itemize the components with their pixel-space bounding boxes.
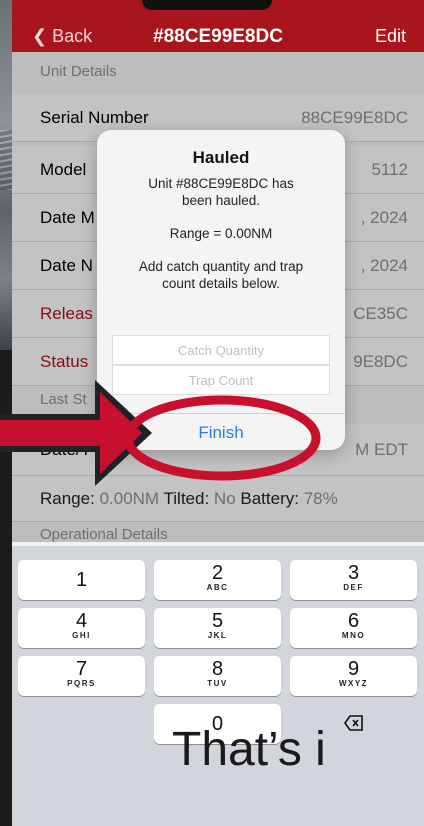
key-digit: 9 — [347, 658, 360, 680]
key-digit: 4 — [75, 610, 88, 632]
backspace-icon — [344, 715, 363, 731]
key-3[interactable]: 3 DEF — [290, 560, 417, 600]
key-letters: DEF — [343, 583, 364, 592]
alert-line: count details below. — [162, 276, 280, 291]
alert-line: Add catch quantity and trap — [138, 259, 304, 274]
key-digit: 6 — [347, 610, 360, 632]
key-digit: 2 — [211, 562, 224, 584]
alert-line: Unit #88CE99E8DC has — [148, 176, 294, 191]
edit-button[interactable]: Edit — [375, 26, 406, 47]
caption-overlay: That’s i — [172, 723, 326, 776]
alert-title: Hauled — [192, 148, 250, 167]
key-digit: 5 — [211, 610, 224, 632]
key-digit: 1 — [75, 569, 88, 591]
key-letters: WXYZ — [338, 679, 369, 688]
key-letters: MNO — [341, 631, 366, 640]
key-digit: 8 — [211, 658, 224, 680]
key-letters: PQRS — [67, 679, 96, 688]
key-7[interactable]: 7 PQRS — [18, 656, 145, 696]
key-letters: GHI — [72, 631, 91, 640]
page-title: #88CE99E8DC — [153, 26, 283, 47]
key-4[interactable]: 4 GHI — [18, 608, 145, 648]
key-letters: JKL — [207, 631, 228, 640]
navigation-bar: ❮ Back #88CE99E8DC Edit — [12, 0, 424, 52]
phone-notch — [142, 0, 272, 10]
alert-range: Range = 0.00NM — [169, 226, 273, 241]
key-letters: TUV — [207, 679, 228, 688]
key-9[interactable]: 9 WXYZ — [290, 656, 417, 696]
delete-key[interactable] — [344, 714, 364, 732]
alert-message: Unit #88CE99E8DC has been hauled. Range … — [113, 175, 329, 292]
key-6[interactable]: 6 MNO — [290, 608, 417, 648]
key-5[interactable]: 5 JKL — [154, 608, 281, 648]
alert-line: been hauled. — [181, 193, 261, 208]
key-2[interactable]: 2 ABC — [154, 560, 281, 600]
key-1[interactable]: 1 — [18, 560, 145, 600]
key-letters: ABC — [206, 583, 229, 592]
numeric-keypad: 1 2 ABC 3 DEF 4 GHI 5 JKL 6 MNO 7 PQRS 8… — [12, 546, 424, 826]
key-digit: 7 — [75, 658, 88, 680]
key-digit: 3 — [347, 562, 360, 584]
key-8[interactable]: 8 TUV — [154, 656, 281, 696]
annotation-circle-icon — [123, 395, 321, 481]
